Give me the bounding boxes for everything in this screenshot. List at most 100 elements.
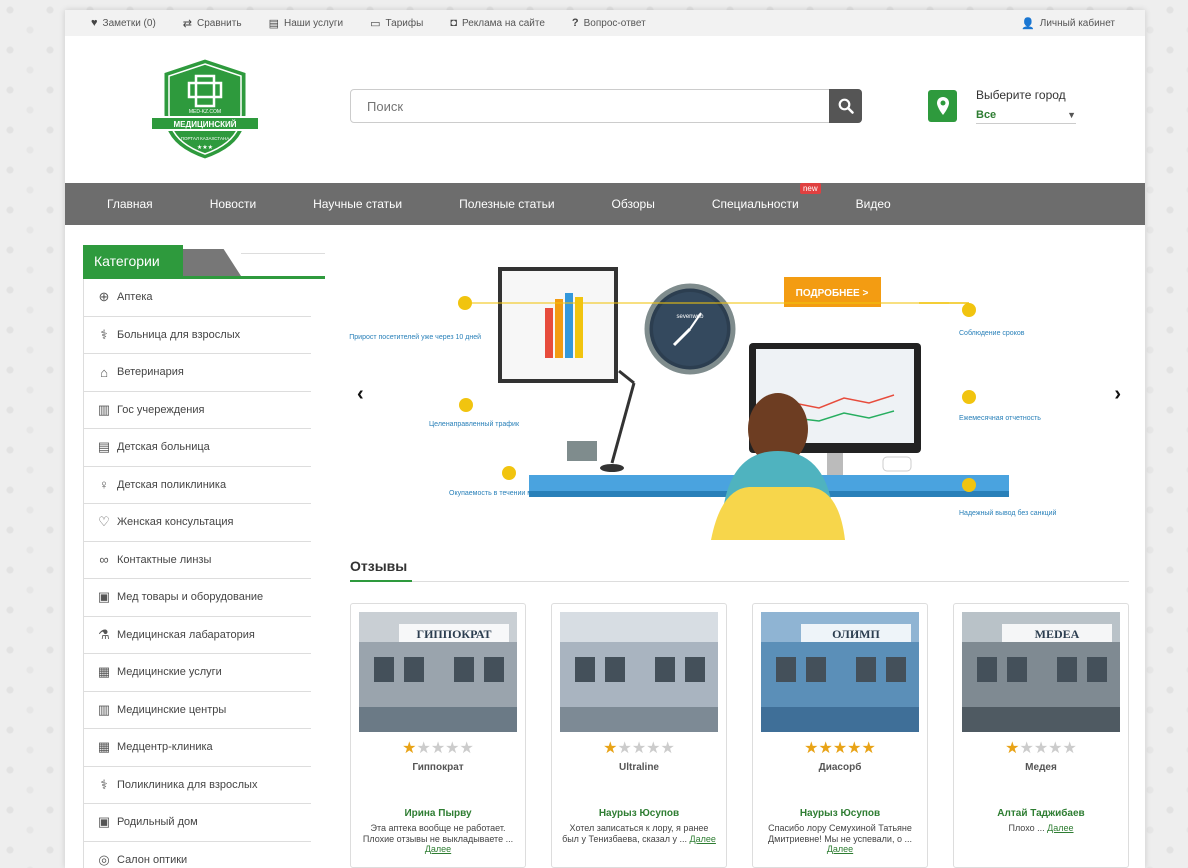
clinic-sign: ГИППОКРАТ (416, 627, 491, 641)
review-card[interactable]: ГИППОКРАТ ★★★★★ Гиппократ Ирина Пырву Эта ап… (350, 603, 526, 868)
clinic-name[interactable]: Диасорб (753, 762, 927, 773)
services-link[interactable]: ▤ Наши услуги (269, 17, 344, 30)
women-clinic-icon: ♡ (98, 514, 110, 530)
rating-stars: ★★★★★ (351, 738, 525, 758)
city-select[interactable]: Все ▼ (976, 106, 1076, 124)
review-author: Ирина Пырву (404, 808, 472, 819)
category-item[interactable]: ♡ Женская консультация (84, 504, 311, 542)
equipment-icon: ▣ (97, 589, 111, 605)
review-author: Наурыз Юсупов (598, 808, 680, 819)
government-icon: ▥ (97, 401, 111, 417)
review-card[interactable]: ★★★★★ Ultraline Наурыз Юсупов Хотел записат… (551, 603, 727, 868)
clinic-name[interactable]: Ultraline (552, 762, 726, 773)
banner-slider: sevenweb ПОДРОБНЕЕ > Прирост посетителей… (349, 263, 1129, 540)
clinic-photo[interactable]: ОЛИМП (761, 612, 919, 732)
review-more-link[interactable]: Далее (690, 834, 716, 844)
clinic-name[interactable]: Гиппократ (351, 762, 525, 773)
category-item[interactable]: ▦ Медцентр-клиника (84, 729, 311, 767)
clinic-icon: ▦ (97, 739, 111, 755)
star-icon: ★ (1033, 740, 1049, 757)
review-text: Хотел записаться к лору, я ранее был у Т… (560, 823, 718, 844)
category-item[interactable]: ◎ Салон оптики (84, 842, 311, 868)
nav-item-specialties[interactable]: Специальности new (712, 183, 821, 211)
category-item[interactable]: ⚕ Поликлиника для взрослых (84, 767, 311, 804)
notes-label: Заметки (0) (102, 17, 156, 29)
review-card[interactable]: ОЛИМП ★★★★★ Диасорб Наурыз Юсупов Спасибо ло… (752, 603, 928, 868)
category-label: Медицинская лабаратория (117, 628, 255, 641)
faq-link[interactable]: ? Вопрос-ответ (572, 17, 646, 29)
question-icon: ? (571, 17, 579, 29)
notes-link[interactable]: ♥ Заметки (0) (91, 17, 156, 29)
category-label: Родильный дом (117, 816, 198, 829)
account-link[interactable]: 👤 Личный кабинет (1021, 17, 1115, 30)
category-item[interactable]: ⚗ Медицинская лабаратория (84, 617, 311, 654)
review-card[interactable]: MEDEA ★★★★★ Медея Алтай Таджибаев Плохо ... … (953, 603, 1129, 868)
category-item[interactable]: ▦ Медицинские услуги (84, 654, 311, 692)
slider-prev-button[interactable]: ‹ (357, 383, 364, 406)
compare-link[interactable]: ⇄ Сравнить (183, 17, 242, 30)
categories-sidebar: Категории ⊕ Аптека ⚕ Больница для взрослых ⌂… (83, 245, 325, 868)
star-icon: ★ (603, 740, 618, 757)
category-item[interactable]: ▣ Мед товары и оборудование (84, 579, 311, 617)
location-pin-icon (928, 90, 957, 122)
tariffs-label: Тарифы (385, 17, 424, 29)
ads-link[interactable]: ◘ Реклама на сайте (450, 17, 545, 29)
maternity-icon: ▣ (97, 814, 111, 830)
clinic-photo[interactable]: ГИППОКРАТ (359, 612, 517, 732)
review-more-link[interactable]: Далее (425, 844, 451, 854)
nav-item-useful[interactable]: Полезные статьи (459, 197, 554, 211)
category-item[interactable]: ⊕ Аптека (84, 279, 311, 317)
clinic-name[interactable]: Медея (954, 762, 1128, 773)
logo-line1: MED-KZ.COM (189, 109, 221, 115)
category-label: Женская консультация (117, 516, 234, 529)
adult-clinic-icon: ⚕ (100, 776, 108, 792)
site-logo[interactable]: MED-KZ.COM МЕДИЦИНСКИЙ ПОРТАЛ КАЗАХСТАНА… (145, 54, 265, 164)
star-icon: ★ (861, 740, 876, 757)
review-more-link[interactable]: Далее (827, 844, 853, 854)
star-icon: ★ (832, 740, 848, 757)
star-icon: ★ (1062, 740, 1077, 757)
category-label: Контактные линзы (117, 553, 212, 566)
clinic-photo[interactable]: MEDEA (962, 612, 1120, 732)
category-item[interactable]: ⚕ Больница для взрослых (84, 317, 311, 354)
category-label: Гос учереждения (117, 403, 205, 416)
category-item[interactable]: ▥ Гос учереждения (84, 392, 311, 429)
category-item[interactable]: ⌂ Ветеринария (84, 354, 311, 392)
medical-center-icon: ▥ (97, 701, 111, 717)
categories-header: Категории (83, 245, 325, 279)
review-author: Наурыз Юсупов (799, 808, 881, 819)
review-text: Плохо ... Далее (962, 823, 1120, 834)
star-icon: ★ (646, 740, 661, 757)
banner-deadlines-label: Соблюдение сроков (959, 329, 1025, 337)
rating-stars: ★★★★★ (954, 738, 1128, 758)
star-icon: ★ (617, 740, 632, 757)
category-item[interactable]: ▤ Детская больница (84, 429, 311, 467)
star-icon: ★ (459, 740, 474, 757)
category-item[interactable]: ∞ Контактные линзы (84, 542, 311, 579)
nav-item-reviews[interactable]: Обзоры (612, 197, 655, 211)
nav-item-news[interactable]: Новости (210, 197, 256, 211)
logo-line3: ПОРТАЛ КАЗАХСТАНА (181, 136, 230, 141)
nav-item-home[interactable]: Главная (107, 197, 153, 211)
category-item[interactable]: ▣ Родильный дом (84, 804, 311, 842)
nav-item-video[interactable]: Видео (856, 197, 891, 211)
star-icon: ★ (1005, 740, 1020, 757)
category-label: Медцентр-клиника (117, 741, 213, 754)
search-button[interactable] (829, 89, 862, 123)
logo-line2: МЕДИЦИНСКИЙ (174, 120, 237, 129)
slider-next-button[interactable]: › (1114, 383, 1121, 406)
category-label: Салон оптики (117, 853, 188, 866)
category-label: Мед товары и оборудование (117, 591, 264, 604)
review-text-body: Спасибо лору Семухиной Татьяне Дмитриевн… (768, 823, 912, 844)
category-item[interactable]: ▥ Медицинские центры (84, 692, 311, 729)
nav-item-science[interactable]: Научные статьи (313, 197, 402, 211)
star-icon: ★ (847, 740, 862, 757)
category-label: Медицинские услуги (117, 666, 222, 679)
tariffs-link[interactable]: ▭ Тарифы (370, 17, 423, 30)
search-input[interactable] (351, 90, 829, 122)
top-bar: ♥ Заметки (0) ⇄ Сравнить ▤ Наши услуги ▭ Тар… (65, 10, 1145, 36)
search-icon (838, 98, 854, 114)
review-more-link[interactable]: Далее (1047, 823, 1073, 833)
clinic-photo[interactable] (560, 612, 718, 732)
category-item[interactable]: ♀ Детская поликлиника (84, 467, 311, 504)
